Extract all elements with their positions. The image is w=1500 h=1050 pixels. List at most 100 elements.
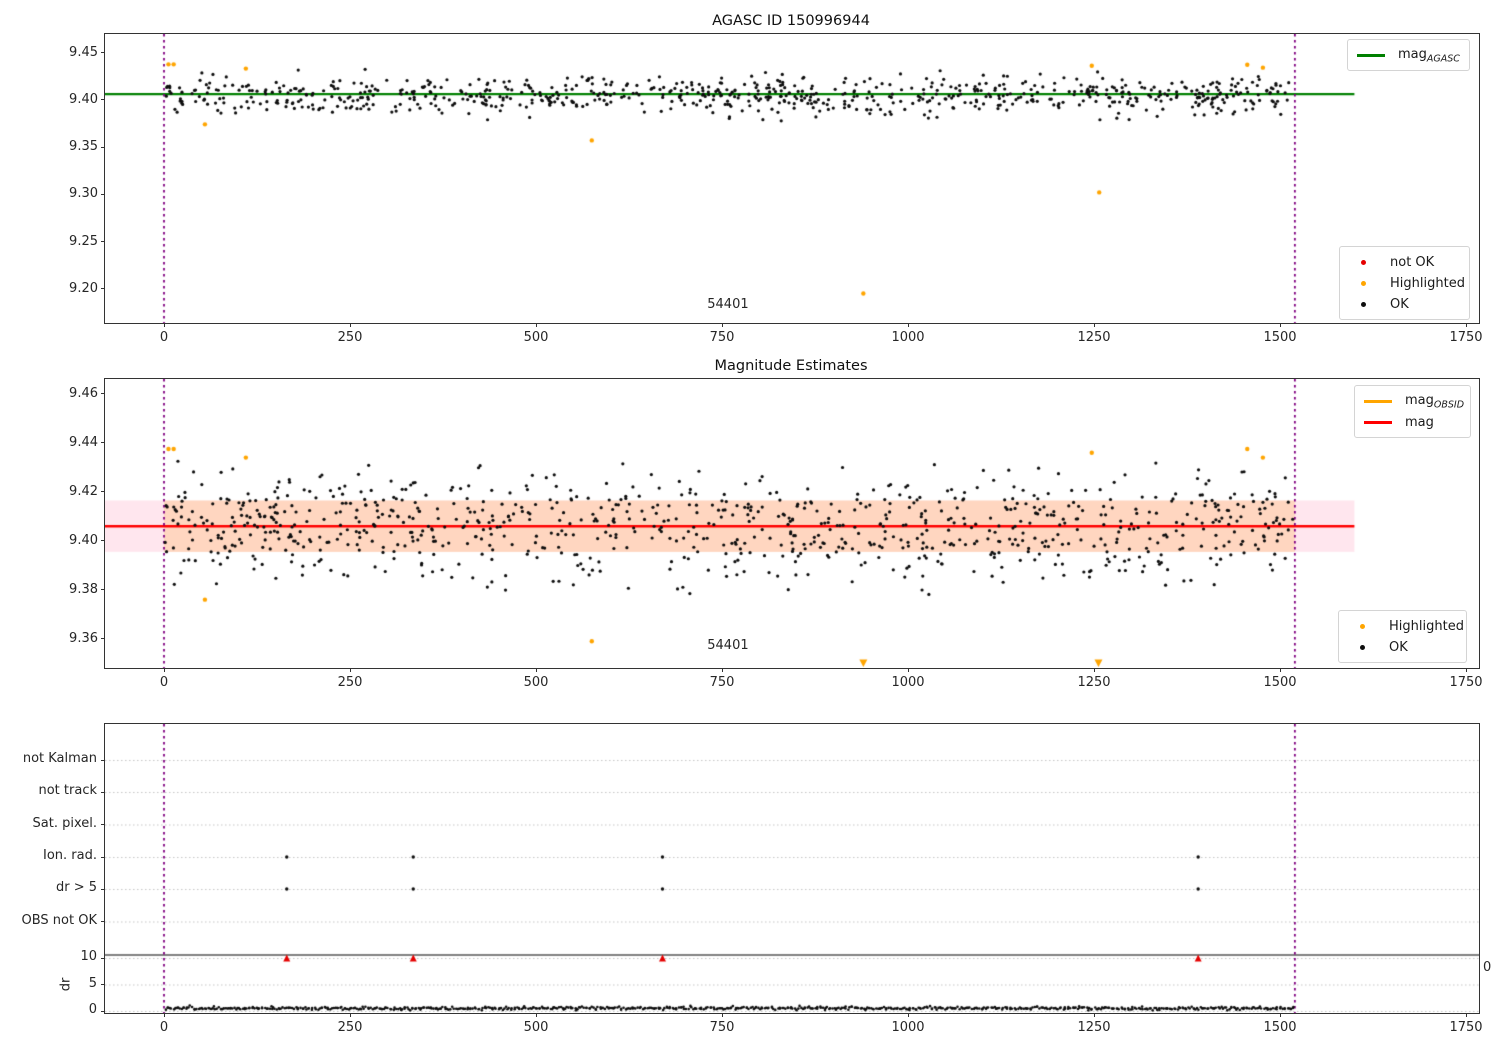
agasc-plot-title: AGASC ID 150996944 bbox=[712, 13, 870, 29]
legend-entry: magAGASC bbox=[1356, 45, 1461, 66]
legend-label-subscript: OBSID bbox=[1433, 399, 1465, 411]
legend-label: magOBSID bbox=[1405, 392, 1465, 411]
legend-entry: magOBSID bbox=[1363, 391, 1465, 412]
x-tick-label: 500 bbox=[523, 1020, 549, 1035]
category-label: OBS not OK bbox=[21, 912, 98, 928]
x-tick-mark bbox=[535, 668, 537, 672]
dr-tick-label: 0 bbox=[88, 1002, 97, 1017]
x-tick-label: 500 bbox=[523, 330, 549, 345]
legend-entry: not OK bbox=[1348, 252, 1461, 273]
x-tick-label: 1250 bbox=[1077, 1020, 1111, 1035]
legend-dot bbox=[1360, 281, 1366, 286]
obsid-annotation-middle: 54401 bbox=[707, 638, 749, 654]
magnitude-report-figure: AGASC ID 150996944 54401 0 250 500 750 1000 1… bbox=[0, 0, 1500, 1050]
x-tick-label: 1500 bbox=[1263, 675, 1297, 690]
x-tick-mark bbox=[1093, 323, 1095, 327]
x-tick-label: 250 bbox=[337, 1020, 363, 1035]
agasc-mag-plot: 54401 0 250 500 750 1000 1250 1500 1750 9.20 9.25… bbox=[69, 33, 1483, 345]
legend-lines: magAGASC bbox=[1347, 39, 1470, 71]
y-tick-mark bbox=[101, 540, 105, 542]
legend-label: Highlighted bbox=[1389, 619, 1464, 634]
y-tick-label: 9.38 bbox=[69, 581, 98, 597]
x-tick-mark bbox=[907, 323, 909, 327]
x-tick-label: 0 bbox=[159, 1020, 169, 1035]
y-tick-label: 9.30 bbox=[69, 186, 98, 202]
legend-label: Highlighted bbox=[1390, 276, 1465, 291]
y-tick-label: 9.40 bbox=[69, 532, 98, 548]
x-tick-mark bbox=[163, 323, 165, 327]
legend-dot bbox=[1359, 624, 1365, 629]
y-tick-mark bbox=[101, 442, 105, 444]
category-label: dr > 5 bbox=[55, 880, 97, 895]
x-tick-mark bbox=[163, 668, 165, 672]
category-tick-mark bbox=[101, 921, 105, 922]
dr-tick-mark bbox=[101, 1010, 105, 1012]
y-tick-label: 9.45 bbox=[69, 44, 98, 60]
y-tick-label: 9.44 bbox=[69, 434, 98, 450]
legend-dot bbox=[1360, 302, 1366, 307]
x-tick-label: 1250 bbox=[1077, 330, 1111, 345]
y-tick-mark bbox=[101, 589, 105, 591]
right-edge-tick-label: 0 bbox=[1483, 960, 1492, 975]
x-tick-label: 250 bbox=[337, 675, 363, 690]
x-tick-label: 750 bbox=[709, 330, 735, 345]
x-tick-mark bbox=[721, 668, 723, 672]
x-tick-mark bbox=[1465, 668, 1467, 672]
x-tick-label: 1250 bbox=[1077, 675, 1111, 690]
legend-marker-icon bbox=[1348, 260, 1378, 265]
y-tick-mark bbox=[101, 288, 105, 290]
x-tick-mark bbox=[1279, 1013, 1281, 1017]
x-tick-mark bbox=[721, 323, 723, 327]
x-tick-mark bbox=[1465, 323, 1467, 327]
x-tick-label: 0 bbox=[159, 675, 169, 690]
y-tick-mark bbox=[101, 193, 105, 195]
x-tick-label: 250 bbox=[337, 330, 363, 345]
legend-label: mag bbox=[1405, 415, 1434, 430]
x-tick-mark bbox=[907, 1013, 909, 1017]
x-tick-label: 0 bbox=[159, 330, 169, 345]
legend-line-icon bbox=[1356, 54, 1386, 57]
legend-entry: Highlighted bbox=[1348, 273, 1465, 294]
y-tick-mark bbox=[101, 146, 105, 148]
category-label: not Kalman bbox=[22, 751, 97, 766]
legend-marker-icon bbox=[1347, 624, 1377, 629]
category-label: not track bbox=[38, 783, 97, 798]
y-tick-mark bbox=[101, 491, 105, 493]
x-tick-mark bbox=[349, 1013, 351, 1017]
dr-axis-label: dr bbox=[58, 977, 74, 992]
x-tick-label: 500 bbox=[523, 675, 549, 690]
x-tick-mark bbox=[1093, 668, 1095, 672]
x-tick-label: 1750 bbox=[1449, 675, 1483, 690]
dr-tick-label: 10 bbox=[80, 949, 97, 964]
legend-entry: Highlighted bbox=[1347, 616, 1464, 637]
dr-tick-mark bbox=[101, 957, 105, 959]
y-tick-label: 9.42 bbox=[69, 483, 98, 499]
legend-line-icon bbox=[1363, 421, 1393, 424]
x-tick-mark bbox=[721, 1013, 723, 1017]
x-tick-mark bbox=[535, 323, 537, 327]
legend-line-icon bbox=[1363, 399, 1393, 404]
x-tick-mark bbox=[1093, 1013, 1095, 1017]
flags-dr-canvas bbox=[105, 724, 1479, 1013]
y-tick-label: 9.35 bbox=[69, 139, 98, 155]
legend-entry: OK bbox=[1348, 294, 1461, 315]
x-tick-label: 1500 bbox=[1263, 330, 1297, 345]
category-tick-mark bbox=[101, 824, 105, 825]
obsid-annotation-top: 54401 bbox=[707, 296, 749, 312]
category-tick-mark bbox=[101, 856, 105, 858]
x-tick-label: 1500 bbox=[1263, 1020, 1297, 1035]
magnitude-estimates-canvas bbox=[105, 379, 1479, 668]
x-tick-mark bbox=[1279, 323, 1281, 327]
x-tick-mark bbox=[163, 1013, 165, 1017]
legend-entry: OK bbox=[1347, 637, 1458, 658]
legend-dot bbox=[1359, 645, 1365, 650]
magnitude-estimates-plot: 54401 0 250 500 750 1000 1250 1500 1750 9.36 9.38… bbox=[69, 378, 1483, 690]
legend-label-subscript: AGASC bbox=[1426, 53, 1460, 65]
y-tick-mark bbox=[101, 638, 105, 640]
x-tick-label: 1000 bbox=[891, 1020, 925, 1035]
x-tick-mark bbox=[1279, 668, 1281, 672]
y-tick-mark bbox=[101, 393, 105, 395]
legend-markers: not OK Highlighted OK bbox=[1339, 246, 1470, 320]
legend-dot bbox=[1360, 260, 1366, 265]
legend-label: not OK bbox=[1390, 255, 1435, 270]
